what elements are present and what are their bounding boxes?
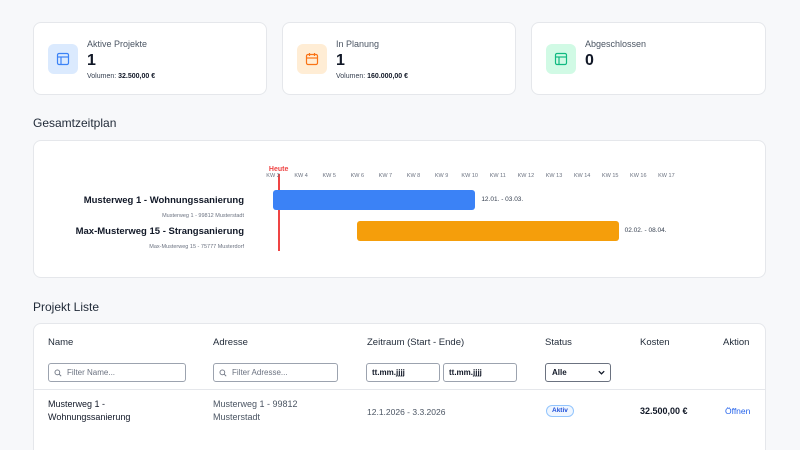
row-cost: 32.500,00 €	[640, 406, 688, 416]
week-label: KW 8	[406, 173, 421, 179]
gantt-chart: Heute Musterweg 1 - Wohnungssanierung Mu…	[33, 140, 766, 278]
week-label: KW 11	[489, 173, 506, 179]
stat-label: In Planung	[336, 39, 380, 49]
column-header-action: Aktion	[723, 337, 750, 348]
row-period: 12.1.2026 - 3.3.2026	[367, 407, 446, 417]
week-label: KW 15	[601, 173, 619, 179]
week-label: KW 12	[517, 173, 535, 179]
archive-icon	[546, 44, 576, 74]
volume-label: Volumen:	[87, 73, 117, 80]
gantt-bar[interactable]	[273, 190, 476, 210]
column-header-name: Name	[48, 337, 74, 348]
week-label: KW 10	[461, 173, 478, 179]
volume-value: 32.500,00 €	[118, 73, 156, 80]
chevron-down-icon	[598, 370, 605, 375]
week-label: KW 17	[658, 173, 675, 179]
week-label: KW 4	[294, 173, 308, 179]
name-filter-input[interactable]	[48, 363, 186, 382]
gantt-project-address: Musterweg 1 - 99812 Musterstadt	[162, 213, 244, 219]
open-project-link[interactable]: Öffnen	[725, 406, 750, 416]
stat-card-planning: In Planung 1 Volumen: 160.000,00 €	[282, 22, 516, 95]
column-header-cost: Kosten	[640, 337, 670, 348]
stat-volume: Volumen: 32.500,00 €	[87, 73, 155, 80]
status-badge: Aktiv	[546, 405, 574, 417]
date-to-input[interactable]: tt.mm.jjjj	[443, 363, 517, 382]
row-name-line: Musterweg 1 -	[48, 399, 106, 409]
timeline-title: Gesamtzeitplan	[33, 116, 117, 130]
week-label: KW 3	[266, 173, 280, 179]
week-label: KW 7	[378, 173, 393, 179]
stat-value: 1	[87, 52, 96, 69]
folder-icon	[48, 44, 78, 74]
row-name: Musterweg 1 - Wohnungssanierung	[48, 398, 130, 424]
volume-label: Volumen:	[336, 73, 366, 80]
gantt-project-address: Max-Musterweg 15 - 75777 Musterdorf	[149, 244, 244, 250]
gantt-project-name: Max-Musterweg 15 - Strangsanierung	[75, 226, 244, 237]
week-label: KW 14	[573, 173, 591, 179]
stat-value: 0	[585, 52, 594, 69]
gantt-project-name: Musterweg 1 - Wohnungssanierung	[83, 195, 244, 206]
row-address-line: Musterstadt	[213, 412, 261, 422]
week-label: KW 5	[322, 173, 336, 179]
column-header-status: Status	[545, 337, 572, 348]
stat-card-done: Abgeschlossen 0	[531, 22, 766, 95]
today-marker	[277, 174, 280, 251]
week-label: KW 13	[545, 173, 563, 179]
header-divider	[34, 389, 765, 390]
row-address-line: Musterweg 1 - 99812	[213, 399, 298, 409]
status-filter-value: Alle	[552, 368, 567, 377]
week-label: KW 16	[630, 173, 647, 179]
gantt-bar-range: 02.02. - 08.04.	[624, 227, 667, 234]
stat-label: Aktive Projekte	[87, 39, 148, 49]
list-title: Projekt Liste	[33, 300, 100, 314]
stats-row: Aktive Projekte 1 Volumen: 32.500,00 € I…	[33, 22, 766, 95]
row-address: Musterweg 1 - 99812 Musterstadt	[213, 398, 298, 424]
status-filter-select[interactable]: Alle	[545, 363, 611, 382]
gantt-bar[interactable]	[357, 221, 619, 241]
column-header-period: Zeitraum (Start - Ende)	[367, 337, 465, 348]
stat-label: Abgeschlossen	[585, 39, 647, 49]
stat-card-active: Aktive Projekte 1 Volumen: 32.500,00 €	[33, 22, 267, 95]
date-from-input[interactable]: tt.mm.jjjj	[366, 363, 440, 382]
week-label: KW 9	[434, 173, 449, 179]
project-table: Name Adresse Zeitraum (Start - Ende) Sta…	[33, 323, 766, 450]
address-filter-input[interactable]	[213, 363, 338, 382]
stat-value: 1	[336, 52, 345, 69]
stat-volume: Volumen: 160.000,00 €	[336, 73, 408, 80]
gantt-bar-range: 12.01. - 03.03.	[481, 196, 524, 203]
today-label: Heute	[268, 166, 289, 173]
week-label: KW 6	[350, 173, 365, 179]
column-header-address: Adresse	[213, 337, 248, 348]
calendar-icon	[297, 44, 327, 74]
volume-value: 160.000,00 €	[367, 73, 409, 80]
row-name-line: Wohnungssanierung	[48, 412, 131, 422]
